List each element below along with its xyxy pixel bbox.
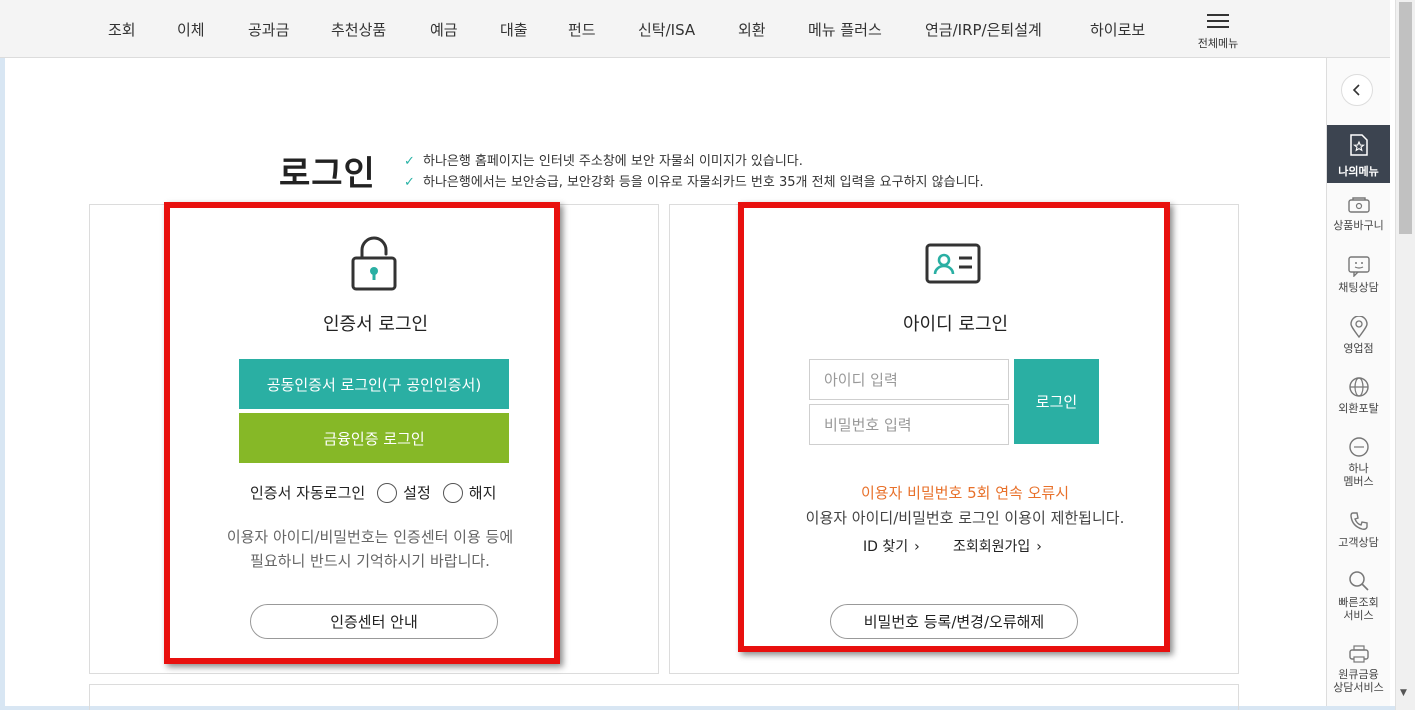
chevron-left-icon xyxy=(1352,84,1360,96)
joint-cert-login-button[interactable]: 공동인증서 로그인(구 공인인증서) xyxy=(239,359,509,409)
sidebar-item-quick-inquiry[interactable]: 빠른조회 서비스 xyxy=(1327,570,1390,622)
login-restriction-notice: 이용자 아이디/비밀번호 로그인 이용이 제한됩니다. xyxy=(805,509,1125,527)
page-scrollbar[interactable]: ▼ xyxy=(1395,0,1415,710)
chevron-right-icon: › xyxy=(914,539,920,555)
financial-cert-login-button[interactable]: 금융인증 로그인 xyxy=(239,413,509,463)
nav-item-pension[interactable]: 연금/IRP/은퇴설계 xyxy=(925,19,1042,40)
branch-label: 영업점 xyxy=(1343,342,1374,355)
find-id-link[interactable]: ID 찾기 › xyxy=(863,536,920,556)
basket-label: 상품바구니 xyxy=(1333,219,1384,232)
sidebar-item-hana-members[interactable]: 하나 멤버스 xyxy=(1327,436,1390,488)
notice-line: ✓ 하나은행 홈페이지는 인터넷 주소창에 보안 자물쇠 이미지가 있습니다. xyxy=(404,150,803,169)
join-member-label: 조회회원가입 xyxy=(953,539,1031,555)
password-input[interactable] xyxy=(809,404,1009,445)
location-pin-icon xyxy=(1349,316,1368,338)
auto-login-unset-label[interactable]: 해지 xyxy=(469,482,497,503)
check-icon: ✓ xyxy=(404,175,415,190)
phone-icon xyxy=(1349,512,1368,530)
sidebar-item-basket[interactable]: 상품바구니 xyxy=(1327,195,1390,232)
all-menu-button[interactable]: 전체메뉴 xyxy=(1193,10,1243,51)
notice-text: 하나은행에서는 보안승급, 보안강화 등을 이유로 자물쇠카드 번호 35개 전… xyxy=(423,175,984,190)
print-icon xyxy=(1348,645,1369,663)
search-icon xyxy=(1348,571,1369,591)
auto-login-label: 인증서 자동로그인 xyxy=(250,484,366,502)
notice-line: ✓ 하나은행에서는 보안승급, 보안강화 등을 이유로 자물쇠카드 번호 35개 … xyxy=(404,171,984,190)
forex-portal-label: 외환포탈 xyxy=(1338,402,1379,415)
onequ-consult-label: 원큐금융 상담서비스 xyxy=(1333,668,1384,694)
nav-item-deposit[interactable]: 예금 xyxy=(430,19,458,40)
auto-login-options: 인증서 자동로그인 설정 해지 xyxy=(250,482,496,503)
customer-service-label: 고객상담 xyxy=(1338,536,1379,549)
lower-panel xyxy=(89,684,1239,710)
quick-inquiry-label: 빠른조회 서비스 xyxy=(1338,596,1379,622)
cert-login-heading: 인증서 로그인 xyxy=(323,314,429,335)
chat-label: 채팅상담 xyxy=(1338,281,1379,294)
chat-icon xyxy=(1347,256,1370,277)
nav-item-transfer[interactable]: 이체 xyxy=(177,19,205,40)
nav-item-inquiry[interactable]: 조회 xyxy=(108,19,136,40)
sidebar-collapse-button[interactable] xyxy=(1341,74,1373,106)
nav-item-fund[interactable]: 펀드 xyxy=(568,19,596,40)
top-navigation: 조회 이체 공과금 추천상품 예금 대출 펀드 신탁/ISA 외환 메뉴 플러스… xyxy=(0,0,1390,58)
password-register-button[interactable]: 비밀번호 등록/변경/오류해제 xyxy=(830,604,1078,639)
hana-members-icon xyxy=(1348,437,1369,457)
my-menu-label: 나의메뉴 xyxy=(1338,165,1379,178)
hamburger-icon xyxy=(1193,14,1243,28)
id-card-icon xyxy=(925,243,981,289)
check-icon: ✓ xyxy=(404,154,415,169)
id-input[interactable] xyxy=(809,359,1009,400)
scroll-down-arrow-icon[interactable]: ▼ xyxy=(1400,688,1407,698)
nav-item-utilities[interactable]: 공과금 xyxy=(248,19,289,40)
sidebar-item-branch[interactable]: 영업점 xyxy=(1327,316,1390,355)
page-title: 로그인 xyxy=(279,154,376,194)
sidebar-item-customer-service[interactable]: 고객상담 xyxy=(1327,510,1390,549)
nav-item-hirobo[interactable]: 하이로보 xyxy=(1090,19,1145,40)
cert-note-line: 이용자 아이디/비밀번호는 인증센터 이용 등에 xyxy=(226,528,514,546)
nav-item-recommended[interactable]: 추천상품 xyxy=(331,19,386,40)
nav-item-menu-plus[interactable]: 메뉴 플러스 xyxy=(808,19,882,40)
scrollbar-thumb[interactable] xyxy=(1399,2,1412,234)
nav-item-trust-isa[interactable]: 신탁/ISA xyxy=(638,19,695,40)
nav-item-forex[interactable]: 외환 xyxy=(738,19,766,40)
cert-note-line: 필요하니 반드시 기억하시기 바랍니다. xyxy=(250,552,490,570)
star-document-icon xyxy=(1350,134,1368,156)
sidebar-item-forex-portal[interactable]: 외환포탈 xyxy=(1327,376,1390,415)
cert-center-button[interactable]: 인증센터 안내 xyxy=(250,604,498,639)
join-member-link[interactable]: 조회회원가입 › xyxy=(953,536,1042,556)
notice-text: 하나은행 홈페이지는 인터넷 주소창에 보안 자물쇠 이미지가 있습니다. xyxy=(423,154,803,169)
chevron-right-icon: › xyxy=(1036,539,1042,555)
sidebar-item-onequ-consult[interactable]: 원큐금융 상담서비스 xyxy=(1327,644,1390,694)
hana-members-label: 하나 멤버스 xyxy=(1343,462,1374,488)
lock-icon xyxy=(349,236,399,296)
sidebar-item-my-menu[interactable]: 나의메뉴 xyxy=(1327,125,1390,183)
basket-icon xyxy=(1347,197,1370,213)
find-id-label: ID 찾기 xyxy=(863,539,909,555)
sidebar-item-chat[interactable]: 채팅상담 xyxy=(1327,255,1390,294)
nav-item-loan[interactable]: 대출 xyxy=(500,19,528,40)
id-login-heading: 아이디 로그인 xyxy=(903,314,1009,335)
id-login-button[interactable]: 로그인 xyxy=(1014,359,1099,444)
all-menu-label: 전체메뉴 xyxy=(1197,37,1239,50)
auto-login-unset-radio[interactable] xyxy=(442,482,463,503)
globe-icon xyxy=(1348,377,1369,397)
auto-login-set-label[interactable]: 설정 xyxy=(403,482,431,503)
password-error-warning: 이용자 비밀번호 5회 연속 오류시 xyxy=(860,484,1070,502)
auto-login-set-radio[interactable] xyxy=(377,482,398,503)
